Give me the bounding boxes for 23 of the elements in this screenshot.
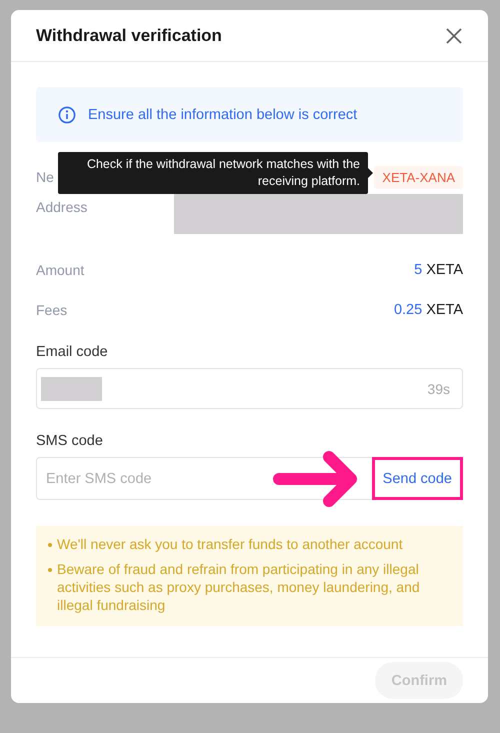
detail-label: Fees <box>36 302 68 318</box>
detail-label: Ne <box>36 169 54 185</box>
detail-label: Amount <box>36 262 84 278</box>
arrow-icon <box>273 451 359 507</box>
field-label: Email code <box>36 344 109 360</box>
bullet-icon <box>48 568 52 572</box>
network-tag: XETA-XANA <box>374 166 463 188</box>
warning-text: Beware of fraud and refrain from participating in any illegal activities such as proxy purchases, money laundering, and illegal fundraising <box>57 560 421 614</box>
countdown-text: 39s <box>427 380 450 396</box>
notice-text: Ensure all the information below is correct <box>88 106 358 122</box>
warning-text: We'll never ask you to transfer funds to another account <box>57 535 403 553</box>
redaction-block <box>41 376 102 400</box>
sms-code-field[interactable]: Enter SMS code Send code <box>36 457 463 500</box>
detail-value: 0.25 XETA <box>394 302 463 318</box>
send-code-button[interactable]: Send code <box>372 457 463 500</box>
tooltip: Check if the withdrawal network matches with the receiving platform. <box>58 152 373 194</box>
field-label: SMS code <box>36 433 104 449</box>
detail-label: Address <box>36 199 88 215</box>
dialog-title: Withdrawal verification <box>36 26 222 46</box>
close-icon[interactable] <box>445 26 463 44</box>
detail-value: 5 XETA <box>414 262 463 278</box>
info-icon <box>58 106 76 124</box>
bullet-icon <box>48 543 52 547</box>
